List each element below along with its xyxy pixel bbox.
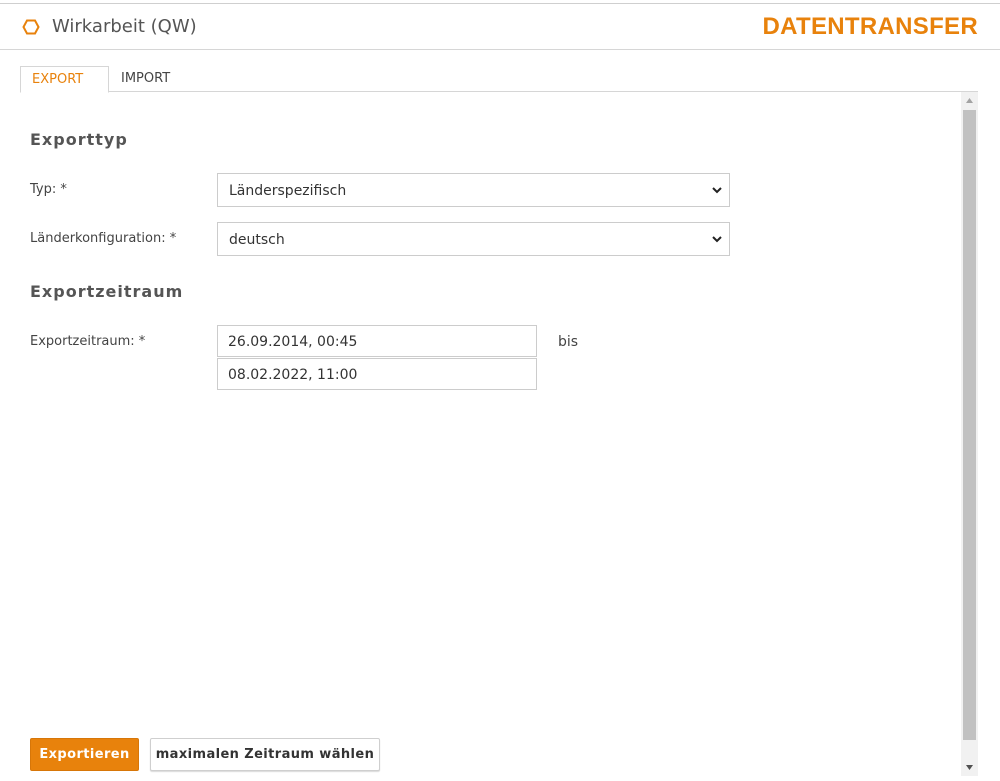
- app-title: Wirkarbeit (QW): [52, 16, 197, 37]
- tab-export[interactable]: EXPORT: [20, 66, 109, 93]
- tab-bar: EXPORT IMPORT: [20, 66, 978, 93]
- export-period-label: Exportzeitraum: *: [30, 334, 146, 349]
- section-title-exporttyp: Exporttyp: [30, 130, 128, 149]
- brand-title: DATENTRANSFER: [762, 13, 978, 40]
- export-button[interactable]: Exportieren: [30, 738, 139, 771]
- scroll-down-icon[interactable]: [961, 759, 978, 776]
- max-period-button[interactable]: maximalen Zeitraum wählen: [150, 738, 380, 771]
- header-bar: Wirkarbeit (QW) DATENTRANSFER: [0, 4, 1000, 50]
- scroll-up-icon[interactable]: [961, 92, 978, 109]
- country-config-select-value: deutsch: [229, 232, 285, 248]
- period-separator: bis: [558, 334, 579, 350]
- scroll-thumb[interactable]: [963, 110, 976, 740]
- chevron-down-icon: [712, 236, 722, 243]
- country-config-select[interactable]: deutsch: [217, 222, 730, 256]
- country-config-label: Länderkonfiguration: *: [30, 231, 177, 246]
- period-to-value: 08.02.2022, 11:00: [228, 367, 358, 383]
- period-from-input[interactable]: 26.09.2014, 00:45: [217, 325, 537, 357]
- period-to-input[interactable]: 08.02.2022, 11:00: [217, 358, 537, 390]
- section-title-exportzeitraum: Exportzeitraum: [30, 282, 184, 301]
- typ-select[interactable]: Länderspezifisch: [217, 173, 730, 207]
- hexagon-icon: [22, 19, 40, 35]
- period-from-value: 26.09.2014, 00:45: [228, 334, 358, 350]
- tab-import[interactable]: IMPORT: [110, 66, 181, 92]
- vertical-scrollbar[interactable]: [961, 92, 978, 776]
- typ-select-value: Länderspezifisch: [229, 183, 347, 199]
- chevron-down-icon: [712, 187, 722, 194]
- typ-label: Typ: *: [30, 182, 67, 197]
